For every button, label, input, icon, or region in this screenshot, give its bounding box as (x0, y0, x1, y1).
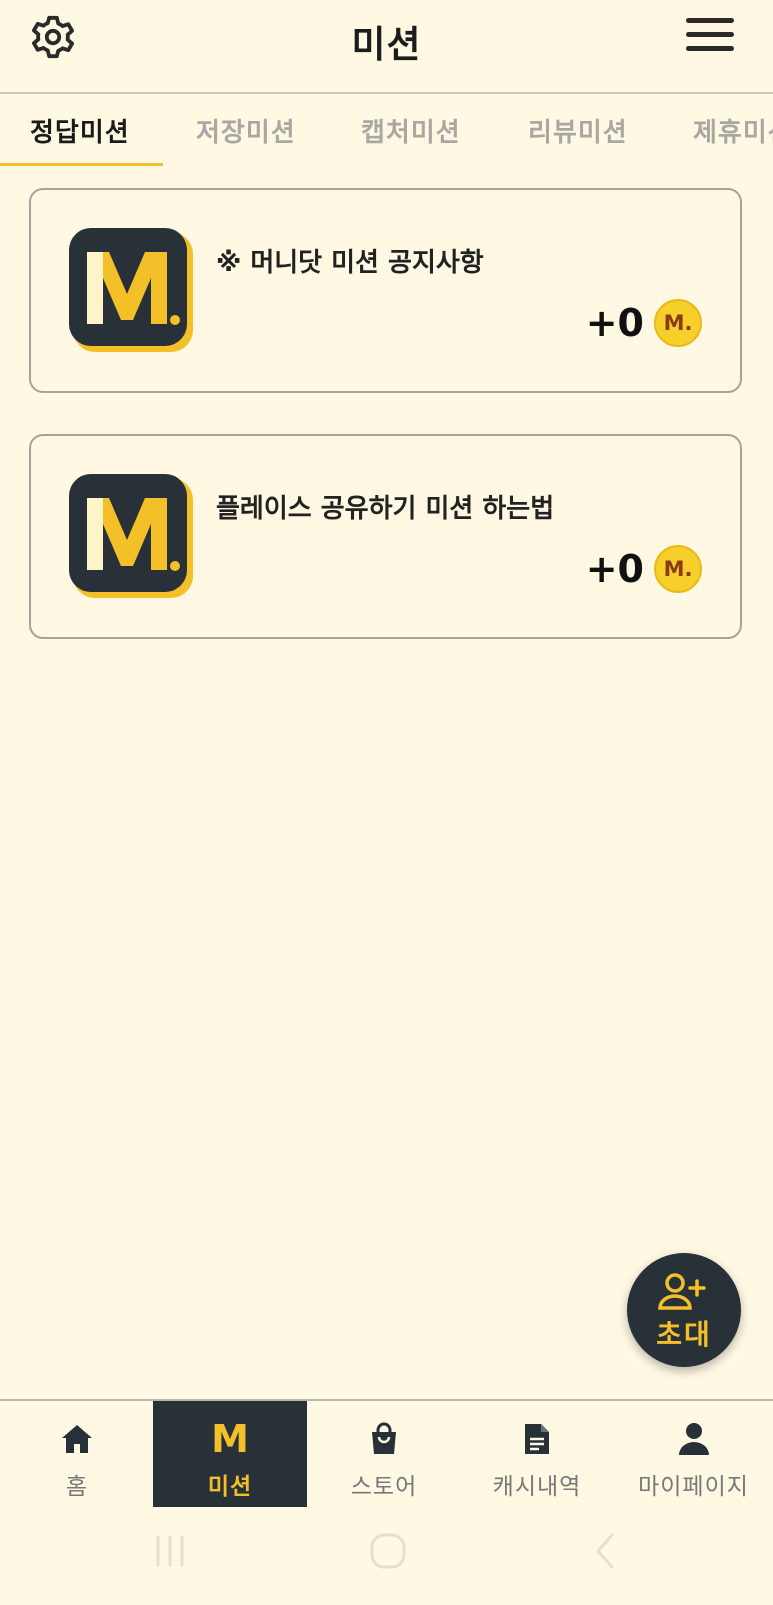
nav-item-cash-history[interactable]: 캐시내역 (460, 1401, 614, 1507)
moneydot-logo-icon (69, 474, 193, 598)
nav-label: 스토어 (350, 1474, 418, 1500)
moneydot-logo-icon (69, 228, 193, 352)
page-title: 미션 (351, 23, 422, 66)
nav-label: 마이페이지 (638, 1474, 749, 1500)
invite-button[interactable]: 초대 (627, 1253, 741, 1367)
tab-answer-mission[interactable]: 정답미션 (30, 112, 130, 149)
mission-card[interactable]: 플레이스 공유하기 미션 하는법 +0 M. (29, 434, 742, 639)
nav-label: 미션 (207, 1474, 253, 1500)
hamburger-menu-icon[interactable] (686, 18, 734, 54)
shopping-bag-icon (372, 1422, 396, 1454)
reward-value: +0 (585, 547, 644, 591)
mission-tabs: 정답미션 저장미션 캡처미션 리뷰미션 제휴미션 (0, 94, 773, 166)
coin-icon: M. (654, 545, 702, 593)
nav-item-home[interactable]: 홈 (0, 1401, 154, 1507)
mission-m-icon: M (211, 1417, 249, 1461)
document-icon (525, 1424, 549, 1454)
nav-item-mission[interactable]: M 미션 (153, 1401, 307, 1507)
home-icon (62, 1425, 92, 1453)
mission-reward: +0 M. (586, 298, 702, 348)
app-header: 미션 (0, 0, 773, 92)
recent-apps-icon[interactable] (152, 1531, 188, 1571)
person-icon (678, 1423, 709, 1455)
mission-title: ※ 머니닷 미션 공지사항 (216, 248, 484, 278)
mission-title: 플레이스 공유하기 미션 하는법 (216, 494, 555, 524)
mission-card[interactable]: ※ 머니닷 미션 공지사항 +0 M. (29, 188, 742, 393)
mission-reward: +0 M. (586, 544, 702, 594)
bottom-nav: 홈 M 미션 스토어 캐시내역 마이페이지 (0, 1401, 773, 1507)
tab-partner-mission[interactable]: 제휴미션 (693, 112, 773, 149)
reward-value: +0 (585, 301, 644, 345)
system-nav-bar (0, 1507, 773, 1605)
tab-save-mission[interactable]: 저장미션 (196, 112, 296, 149)
home-button-icon[interactable] (368, 1531, 408, 1571)
back-icon[interactable] (590, 1531, 620, 1571)
nav-label: 캐시내역 (492, 1474, 582, 1500)
tab-review-mission[interactable]: 리뷰미션 (528, 112, 628, 149)
coin-icon: M. (654, 299, 702, 347)
invite-label: 초대 (656, 1318, 712, 1351)
tab-capture-mission[interactable]: 캡처미션 (361, 112, 461, 149)
add-user-icon (658, 1273, 706, 1310)
active-tab-indicator (0, 163, 163, 166)
nav-label: 홈 (65, 1474, 89, 1500)
nav-item-store[interactable]: 스토어 (307, 1401, 461, 1507)
nav-item-my-page[interactable]: 마이페이지 (614, 1401, 773, 1507)
